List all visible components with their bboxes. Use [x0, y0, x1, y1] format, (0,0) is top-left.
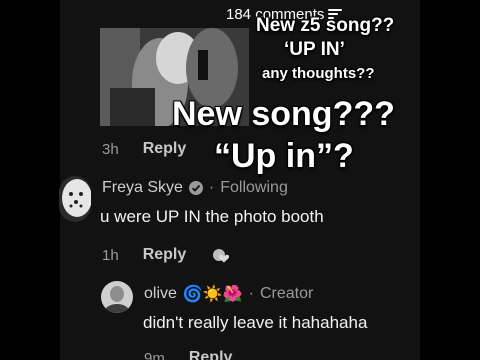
overlay-caption-top: ‘UP IN’	[284, 39, 345, 60]
reply-button[interactable]: Reply	[143, 140, 187, 158]
overlay-caption-top: any thoughts??	[262, 65, 375, 82]
comment-text: u were UP IN the photo booth	[100, 207, 324, 226]
comment-username-row: Freya Skye · Following	[102, 179, 288, 197]
overlay-caption-top: New z5 song??	[256, 15, 395, 36]
creator-badge: Creator	[260, 285, 314, 302]
creator-liked-heart-icon	[213, 249, 230, 263]
verified-icon	[188, 181, 203, 195]
comment-meta-row: 9m Reply	[144, 349, 232, 360]
comment-time: 9m	[144, 349, 165, 360]
comment-time: 3h	[102, 140, 119, 158]
avatar[interactable]	[101, 281, 133, 313]
video-frame: 184 comments 3h Reply Freya Skye · Follo…	[0, 0, 480, 360]
separator-dot: ·	[208, 179, 215, 196]
emoji-text: 🌀☀️🌺	[182, 286, 243, 303]
comment-text: didn't really leave it hahahaha	[143, 313, 368, 332]
avatar[interactable]	[59, 176, 91, 222]
reply-button[interactable]: Reply	[143, 246, 187, 264]
comment-meta-row: 1h Reply	[102, 246, 186, 264]
separator-dot: ·	[248, 285, 254, 302]
username[interactable]: olive	[144, 285, 177, 303]
following-label: Following	[220, 179, 288, 196]
overlay-caption-big: New song???	[172, 95, 395, 133]
overlay-caption-big: “Up in”?	[214, 137, 354, 175]
comment-username-row: olive 🌀☀️🌺 · Creator	[144, 284, 313, 304]
comment-time: 1h	[102, 246, 119, 264]
comment-meta-row: 3h Reply	[102, 140, 186, 158]
avatar-image	[59, 176, 91, 222]
reply-button[interactable]: Reply	[189, 349, 233, 360]
username[interactable]: Freya Skye	[102, 179, 183, 197]
avatar-image	[101, 281, 133, 313]
